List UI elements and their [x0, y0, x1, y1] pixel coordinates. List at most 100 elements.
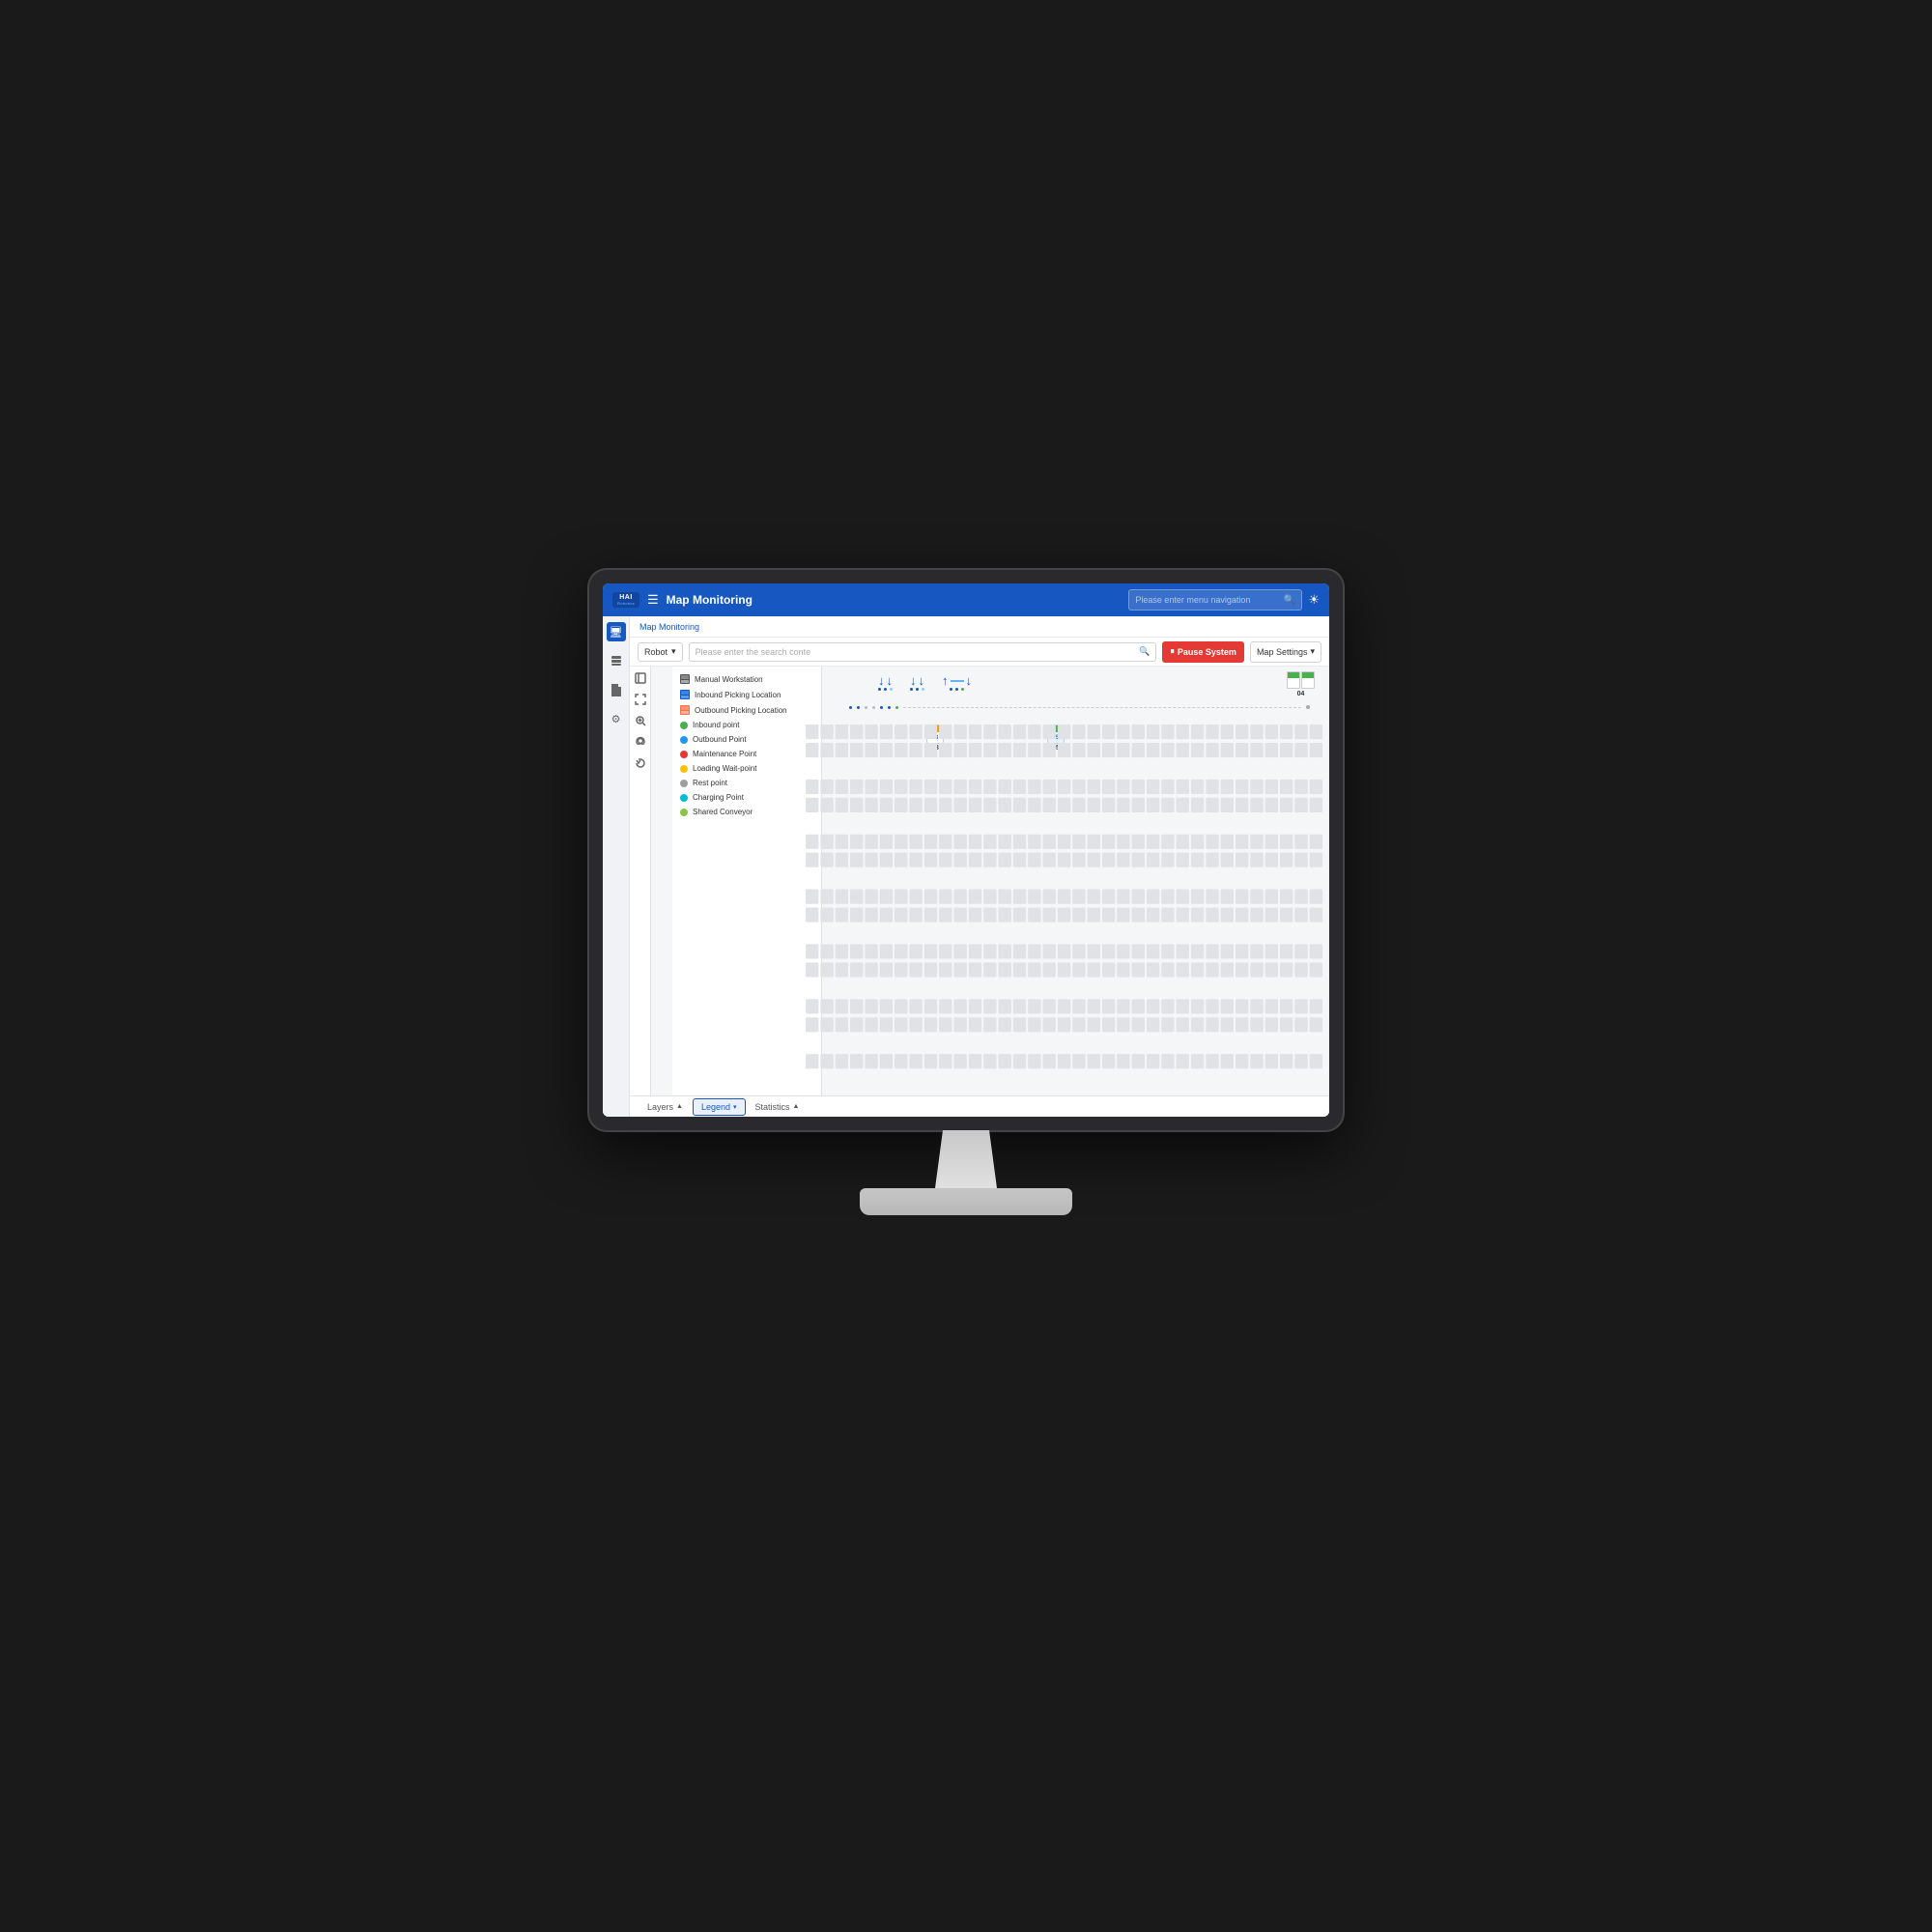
- top-navbar: HAI Robotics ☰ Map Monitoring 🔍 ☀: [603, 583, 1329, 616]
- robot-select-arrow: ▾: [671, 646, 676, 657]
- conveyor-a: ↓ ↓: [878, 674, 893, 691]
- legend-label-outbound-picking: Outbound Picking Location: [695, 706, 787, 715]
- arrow-down-2: ↓: [887, 674, 894, 687]
- legend-dot-shared-conveyor: [680, 809, 688, 816]
- legend-label-shared-conveyor: Shared Conveyor: [693, 808, 753, 816]
- breadcrumb: Map Monitoring: [630, 616, 1329, 638]
- legend-item-rest-point: Rest point: [680, 779, 813, 787]
- legend-panel: Manual Workstation: [672, 667, 822, 1095]
- conveyor-c: ↑ ↓: [942, 674, 972, 691]
- nav-title: Map Monitoring: [667, 593, 1129, 607]
- arrow-down-3: ↓: [910, 674, 917, 687]
- dot-1: [878, 688, 881, 691]
- dot-4: [910, 688, 913, 691]
- sidebar-icon-database[interactable]: [607, 651, 626, 670]
- dot-2: [884, 688, 887, 691]
- legend-label-inbound-point: Inbound point: [693, 721, 740, 729]
- storage-unit-left: [1287, 671, 1300, 689]
- map-view[interactable]: ↓ ↓: [801, 667, 1329, 1095]
- legend-dot-inbound: [680, 722, 688, 729]
- bottom-tabs-bar: Layers ▲ Legend ▾ Statistics ▲: [630, 1095, 1329, 1117]
- tab-legend-label: Legend: [701, 1102, 730, 1112]
- nav-search-input[interactable]: [1135, 595, 1284, 605]
- shelf-grid-svg: // Inline SVG rects for shelf cells: [806, 724, 1324, 1091]
- legend-item-inbound-picking: Inbound Picking Location: [680, 690, 813, 699]
- legend-label-manual-workstation: Manual Workstation: [695, 675, 763, 684]
- dot-5: [916, 688, 919, 691]
- legend-label-inbound-picking: Inbound Picking Location: [695, 691, 781, 699]
- map-tools-panel: [630, 667, 651, 1095]
- map-tool-fullscreen[interactable]: [633, 670, 648, 686]
- legend-item-maintenance-point: Maintenance Point: [680, 750, 813, 758]
- tab-statistics[interactable]: Statistics ▲: [748, 1098, 808, 1116]
- map-tool-expand[interactable]: [633, 692, 648, 707]
- storage-units: [1287, 671, 1315, 689]
- map-settings-button[interactable]: Map Settings ▾: [1250, 641, 1321, 663]
- legend-dot-loading-wait: [680, 765, 688, 773]
- tab-layers[interactable]: Layers ▲: [639, 1098, 691, 1116]
- monitor-outer: HAI Robotics ☰ Map Monitoring 🔍 ☀ 🖥: [570, 570, 1362, 1362]
- tab-legend[interactable]: Legend ▾: [693, 1098, 746, 1116]
- monitor-frame: HAI Robotics ☰ Map Monitoring 🔍 ☀ 🖥: [589, 570, 1343, 1130]
- tab-statistics-arrow: ▲: [793, 1103, 800, 1110]
- legend-dot-rest: [680, 780, 688, 787]
- map-canvas[interactable]: Manual Workstation: [651, 667, 1329, 1095]
- pause-system-button[interactable]: ⏸ Pause System: [1162, 641, 1244, 663]
- legend-label-charging-point: Charging Point: [693, 793, 744, 802]
- arrow-down-4: ↓: [919, 674, 925, 687]
- nav-search-box[interactable]: 🔍: [1128, 589, 1302, 611]
- monitor-screen: HAI Robotics ☰ Map Monitoring 🔍 ☀ 🖥: [603, 583, 1329, 1117]
- storage-unit-right: [1301, 671, 1315, 689]
- monitor-stand-neck: [927, 1130, 1005, 1188]
- legend-item-outbound-picking: Outbound Picking Location: [680, 705, 813, 715]
- map-settings-label: Map Settings: [1257, 647, 1308, 657]
- sidebar-icon-document[interactable]: [607, 680, 626, 699]
- toolbar: Robot ▾ 🔍 ⏸ Pause System Map Setting: [630, 638, 1329, 667]
- breadcrumb-text: Map Monitoring: [639, 622, 699, 632]
- robot-select-label: Robot: [644, 647, 668, 657]
- legend-label-maintenance-point: Maintenance Point: [693, 750, 756, 758]
- sidebar-icon-settings[interactable]: ⚙: [607, 709, 626, 728]
- legend-label-rest-point: Rest point: [693, 779, 727, 787]
- pause-label: Pause System: [1178, 647, 1236, 657]
- arrow-down-5: ↓: [966, 674, 973, 687]
- theme-toggle-icon[interactable]: ☀: [1308, 592, 1320, 608]
- conveyor-bar: [951, 680, 964, 682]
- dots-separator-line: [849, 705, 1310, 709]
- dot-9: [961, 688, 964, 691]
- logo: HAI Robotics: [612, 592, 639, 608]
- legend-dot-outbound: [680, 736, 688, 744]
- content-area: Map Monitoring Robot ▾ 🔍 ⏸: [630, 616, 1329, 1117]
- legend-item-inbound-point: Inbound point: [680, 721, 813, 729]
- map-tool-zoom-in[interactable]: [633, 713, 648, 728]
- robot-filter-select[interactable]: Robot ▾: [638, 642, 683, 662]
- legend-label-outbound-point: Outbound Point: [693, 735, 747, 744]
- sidebar-icon-monitor[interactable]: 🖥: [607, 622, 626, 641]
- map-settings-arrow: ▾: [1310, 646, 1315, 657]
- robot-04-with-storage[interactable]: 04: [1287, 671, 1315, 697]
- legend-item-manual-workstation: Manual Workstation: [680, 674, 813, 684]
- dot-3: [890, 688, 893, 691]
- hamburger-icon[interactable]: ☰: [647, 592, 659, 608]
- tab-legend-arrow: ▾: [733, 1103, 737, 1111]
- search-bar[interactable]: 🔍: [689, 642, 1157, 662]
- dot-7: [950, 688, 952, 691]
- tab-layers-label: Layers: [647, 1102, 673, 1112]
- search-input[interactable]: [696, 647, 1137, 657]
- map-container: Manual Workstation: [630, 667, 1329, 1095]
- search-icon: 🔍: [1139, 646, 1150, 657]
- shelf-grid-area: // Inline SVG rects for shelf cells: [801, 720, 1329, 1095]
- tab-layers-arrow: ▲: [676, 1103, 683, 1110]
- logo-hai-text: HAI: [619, 594, 633, 601]
- legend-dot-charging: [680, 794, 688, 802]
- main-layout: 🖥 ⚙: [603, 616, 1329, 1117]
- conveyor-b: ↓ ↓: [910, 674, 924, 691]
- map-tool-reset[interactable]: [633, 755, 648, 771]
- dot-8: [955, 688, 958, 691]
- map-tool-location[interactable]: [633, 734, 648, 750]
- arrow-up-1: ↑: [942, 674, 949, 687]
- legend-dot-maintenance: [680, 751, 688, 758]
- logo-sub-text: Robotics: [617, 601, 635, 606]
- legend-item-shared-conveyor: Shared Conveyor: [680, 808, 813, 816]
- robot-04-label: 04: [1297, 691, 1305, 697]
